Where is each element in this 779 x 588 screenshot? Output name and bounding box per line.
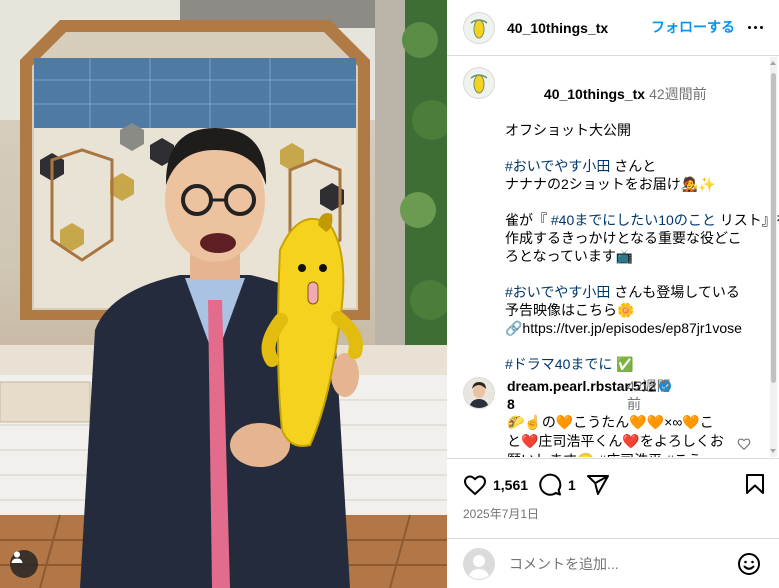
- caption-line: [505, 265, 755, 283]
- add-comment-bar: [447, 538, 779, 588]
- save-button[interactable]: [743, 472, 767, 501]
- caption-username[interactable]: 40_10things_tx: [544, 86, 645, 102]
- like-button[interactable]: 1,561: [463, 473, 528, 497]
- dot-icon: [747, 25, 751, 29]
- bookmark-icon: [746, 474, 764, 494]
- hashtag-link[interactable]: #おいでやす小田: [505, 158, 610, 174]
- scroll-down-arrow-icon[interactable]: [770, 449, 776, 453]
- photo-illustration: [0, 0, 447, 588]
- caption-line: オフショット大公開󠄀: [505, 122, 631, 138]
- action-row: 1,561 1: [463, 472, 763, 498]
- profile-logo-icon: [470, 18, 488, 38]
- caption-line: 作成するきっかけとなる重要な役どこ: [505, 230, 742, 246]
- commenter-avatar[interactable]: [463, 377, 495, 409]
- profile-logo-icon: [470, 74, 488, 94]
- hashtag-link[interactable]: #40までにしたい10のこと: [551, 212, 716, 228]
- post-actions: 1,561 1 2025年7月1日: [447, 458, 779, 538]
- like-count[interactable]: 1,561: [493, 477, 528, 493]
- comment-button[interactable]: 1: [538, 473, 576, 497]
- follow-button[interactable]: フォローする: [651, 17, 735, 37]
- default-avatar-icon: [464, 548, 494, 579]
- post-photo[interactable]: [0, 0, 447, 588]
- caption-text: 40_10things_tx 42週間前 オフショット大公開󠄀 #おいでやす小田 …: [505, 67, 779, 373]
- comment-time-line: 前: [627, 396, 641, 412]
- caption-line-hashtag: #おいでやす小田 さんと: [505, 158, 657, 174]
- post-username[interactable]: 40_10things_tx: [507, 20, 608, 36]
- profile-avatar[interactable]: [463, 11, 495, 44]
- share-button[interactable]: [586, 473, 610, 497]
- caption-time[interactable]: 42週間前: [649, 86, 707, 102]
- comments-scrollbar[interactable]: [770, 57, 777, 457]
- comment-time-line: 42週間: [627, 378, 671, 394]
- person-icon: [11, 551, 23, 563]
- scroll-up-arrow-icon[interactable]: [770, 61, 776, 65]
- caption-link-line: 🔗https://tver.jp/episodes/ep87jr1vose: [505, 320, 742, 336]
- caption-line: [505, 139, 755, 157]
- tagged-user-button[interactable]: [10, 550, 38, 578]
- comment-like-heart-icon[interactable]: [737, 437, 751, 451]
- caption-line: ナナナの2ショットをお届け🧑‍🎤✨: [505, 176, 716, 192]
- caption-line-hashtag: 雀が『 #40までにしたい10のこと リスト』を: [505, 212, 779, 228]
- more-options-button[interactable]: [743, 15, 767, 39]
- comment-time[interactable]: 42週間 前: [627, 377, 677, 413]
- dot-icon: [759, 25, 763, 29]
- comment-author: dream.pearl.rbstar.512 8: [507, 377, 717, 413]
- paper-plane-icon: [586, 475, 609, 495]
- hashtag-link[interactable]: #ドラマ40までに: [505, 356, 612, 372]
- caption-line: 予告映像はこちら🌼: [505, 302, 635, 318]
- hashtag-link[interactable]: #おいでやす小田: [505, 284, 610, 300]
- comment-input[interactable]: [509, 555, 719, 572]
- comment-bubble-icon: [539, 473, 562, 496]
- emoji-button[interactable]: [737, 552, 761, 581]
- caption-line: [505, 193, 755, 211]
- scrollbar-thumb[interactable]: [771, 73, 776, 383]
- smiley-icon: [738, 553, 760, 575]
- post-date[interactable]: 2025年7月1日: [463, 505, 539, 522]
- dot-icon: [753, 25, 757, 29]
- post-header: 40_10things_tx フォローする: [447, 0, 779, 56]
- commenter-username-continued[interactable]: 8: [507, 396, 515, 412]
- comment-text: 🌮☝️の🧡こうたん🧡🧡×∞🧡こと❤️庄司浩平くん❤️をよろしくお願いします😊 #…: [507, 414, 724, 457]
- caption-avatar[interactable]: [463, 67, 495, 99]
- caption-line: ろとなっています📺: [505, 248, 634, 264]
- heart-icon: [463, 475, 487, 496]
- comments-section[interactable]: 40_10things_tx 42週間前 オフショット大公開󠄀 #おいでやす小田 …: [447, 57, 779, 457]
- commenter-photo-icon: [464, 378, 494, 408]
- caption-line: [505, 337, 755, 355]
- caption-line-hashtag: #ドラマ40までに ✅: [505, 356, 634, 372]
- caption-line-hashtag: #おいでやす小田 さんも登場している: [505, 284, 740, 300]
- comment-count[interactable]: 1: [568, 477, 576, 493]
- post-panel: 40_10things_tx フォローする 40_10things_tx 42週間…: [447, 0, 779, 588]
- current-user-avatar: [463, 547, 495, 580]
